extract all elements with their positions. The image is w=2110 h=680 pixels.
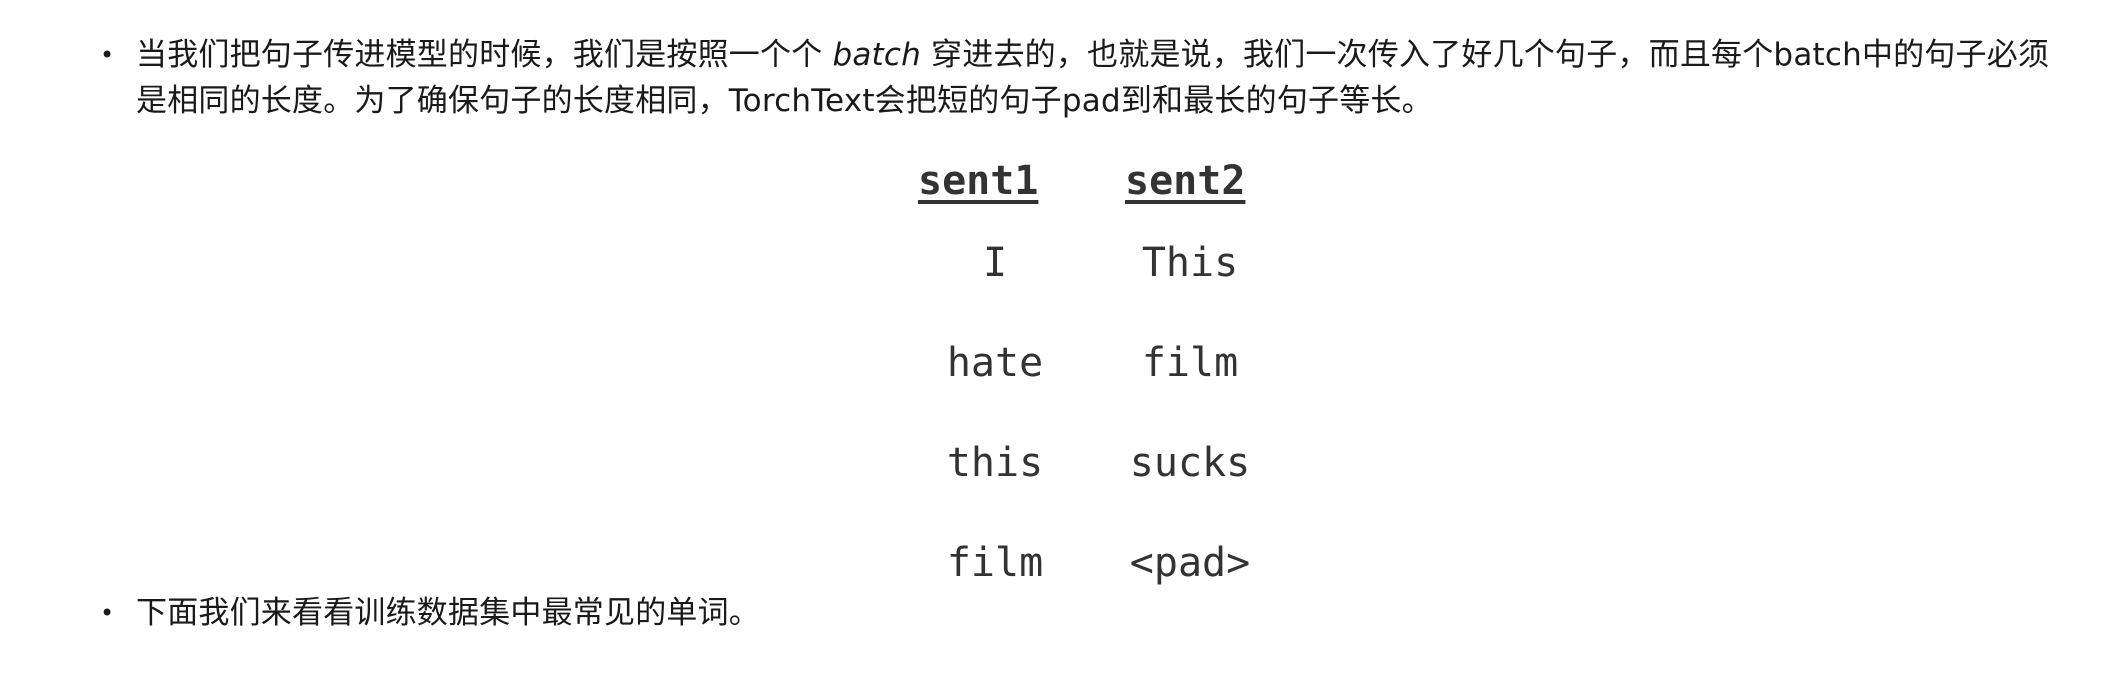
table-header-sent1: sent1 [918, 158, 1039, 204]
table-cell: film [1141, 340, 1239, 386]
table-cell: <pad> [1129, 540, 1251, 586]
table-cell: film [946, 540, 1044, 586]
table-row: hate film [905, 313, 1295, 413]
bullet-text-italic: batch [832, 37, 921, 73]
bullet-item: • 下面我们来看看训练数据集中最常见的单词。 [100, 590, 2060, 636]
bullet-text-part: 当我们把句子传进模型的时候，我们是按照一个个 [136, 37, 833, 73]
bullet-dot-icon: • [100, 41, 115, 69]
table-header-sent2: sent2 [1125, 158, 1246, 204]
table-row: I This [905, 213, 1295, 313]
table-cell: this [946, 440, 1044, 486]
bullet-dot-icon: • [100, 599, 115, 627]
bullet-text: 下面我们来看看训练数据集中最常见的单词。 [136, 595, 760, 631]
table-cell: hate [946, 340, 1044, 386]
table-body: I This hate film this sucks film <pad> [905, 213, 1295, 613]
table-cell: I [982, 240, 1008, 286]
table-header-row: sent1 sent2 [905, 158, 1305, 214]
table-cell: This [1141, 240, 1239, 286]
bullet-item: • 当我们把句子传进模型的时候，我们是按照一个个 batch 穿进去的，也就是说… [100, 32, 2060, 124]
bullet-text: 当我们把句子传进模型的时候，我们是按照一个个 batch 穿进去的，也就是说，我… [136, 32, 2060, 124]
padding-example-table: sent1 sent2 I This hate film this sucks … [905, 158, 1305, 586]
table-cell: sucks [1129, 440, 1251, 486]
table-row: this sucks [905, 413, 1295, 513]
